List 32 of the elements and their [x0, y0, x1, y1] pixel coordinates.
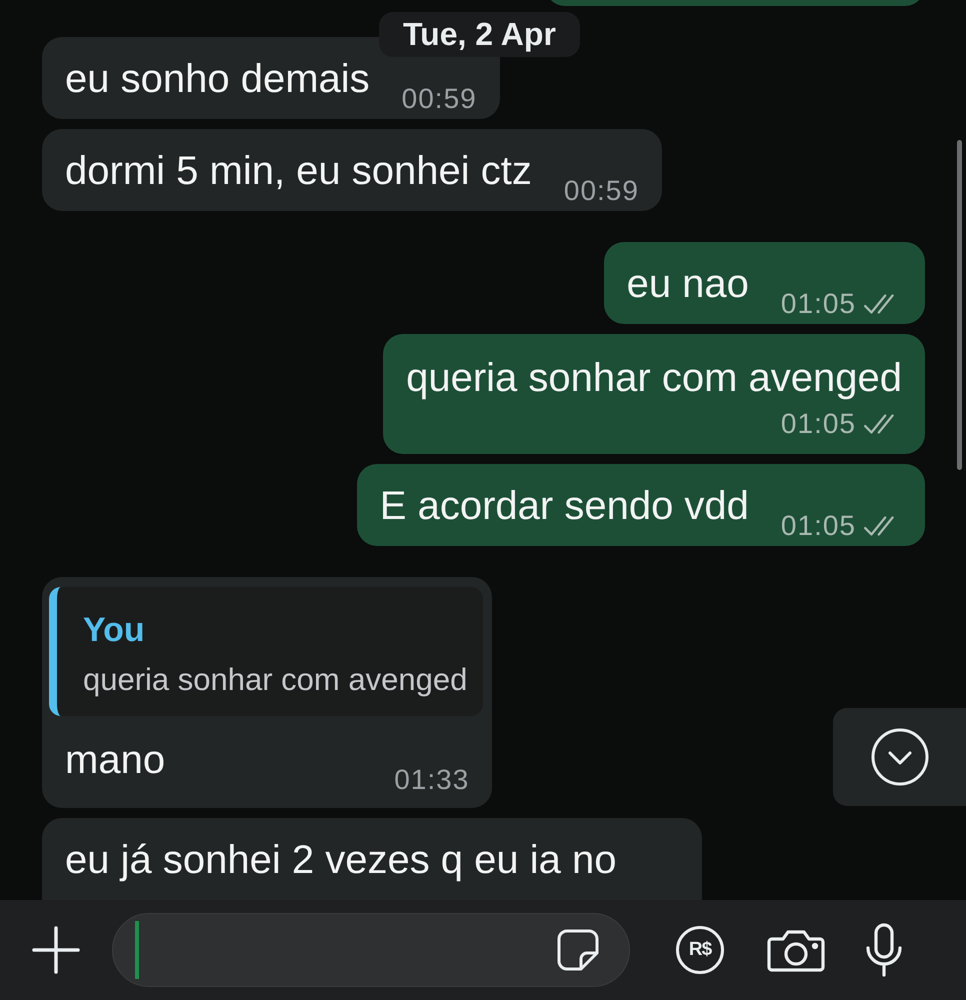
- message-bubble[interactable]: E acordar sendo vdd 01:05: [356, 464, 925, 546]
- message-text: eu sonho demais: [65, 56, 370, 103]
- message-time: 00:59: [402, 83, 477, 115]
- payment-button[interactable]: R$: [676, 926, 724, 974]
- message-time: 01:33: [394, 764, 470, 796]
- message-bubble[interactable]: eu nao 01:05: [604, 242, 925, 324]
- quote-author: You: [83, 611, 146, 650]
- quote-text: queria sonhar com avenged: [83, 662, 468, 698]
- message-time: 00:59: [564, 175, 639, 207]
- scroll-bar[interactable]: [957, 140, 962, 470]
- message-time: 01:05: [780, 510, 856, 542]
- message-text: mano: [65, 737, 166, 784]
- message-time: 01:05: [780, 288, 856, 320]
- message-text: eu nao: [626, 261, 749, 308]
- message-bubble[interactable]: queria sonhar com avenged 01:05: [383, 334, 925, 454]
- message-time: 01:05: [780, 408, 856, 440]
- message-bubble[interactable]: You queria sonhar com avenged mano 01:33: [42, 577, 492, 808]
- microphone-icon: [864, 922, 904, 978]
- message-text: eu já sonhei 2 vezes q eu ia no: [65, 837, 617, 884]
- message-bubble[interactable]: dormi 5 min, eu sonhei ctz 00:59: [42, 129, 662, 211]
- message-text: queria sonhar com avenged: [406, 355, 902, 402]
- date-chip: Tue, 2 Apr: [379, 12, 580, 57]
- message-bubble[interactable]: eu já sonhei 2 vezes q eu ia no: [42, 818, 702, 900]
- scroll-down-button[interactable]: [833, 708, 966, 806]
- quoted-message[interactable]: You queria sonhar com avenged: [49, 587, 484, 716]
- message-text: E acordar sendo vdd: [380, 483, 749, 530]
- microphone-button[interactable]: [864, 922, 904, 978]
- sticker-icon[interactable]: [555, 927, 601, 973]
- attach-button[interactable]: [30, 924, 82, 976]
- message-text: dormi 5 min, eu sonhei ctz: [65, 148, 532, 195]
- plus-icon: [30, 924, 82, 976]
- chevron-down-icon: [870, 727, 930, 787]
